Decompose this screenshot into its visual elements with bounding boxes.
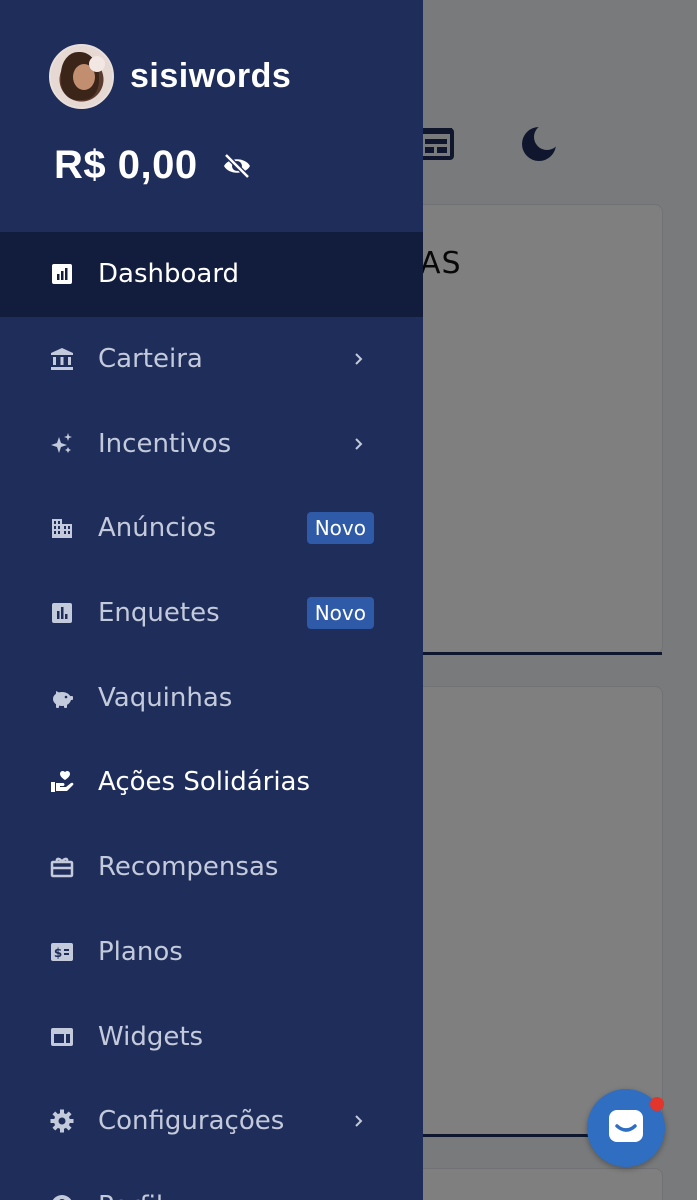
balance-display: R$ 0,00 (54, 143, 252, 188)
sidebar-item-carteira[interactable]: Carteira (0, 317, 423, 402)
gear-icon (50, 1109, 74, 1133)
sidebar-item-incentivos[interactable]: Incentivos (0, 401, 423, 486)
sidebar-item-anuncios[interactable]: Anúncios Novo (0, 486, 423, 571)
new-badge: Novo (306, 597, 374, 630)
username: sisiwords (130, 57, 292, 95)
gift-icon (50, 855, 74, 879)
bank-icon (50, 347, 74, 371)
sidebar-item-label: Perfil (98, 1191, 163, 1200)
sidebar-item-label: Dashboard (98, 259, 240, 290)
chevron-right-icon (351, 436, 367, 452)
chart-icon (50, 262, 74, 286)
sidebar-item-label: Vaquinhas (98, 682, 233, 713)
sidebar-item-acoes-solidarias[interactable]: Ações Solidárias (0, 740, 423, 825)
chevron-right-icon (351, 1113, 367, 1129)
sidebar-item-perfil[interactable]: Perfil (0, 1164, 423, 1200)
sidebar-item-enquetes[interactable]: Enquetes Novo (0, 571, 423, 656)
balance-amount: R$ 0,00 (54, 143, 198, 187)
piggy-bank-icon (50, 686, 74, 710)
chevron-right-icon (351, 351, 367, 367)
profile-header[interactable]: sisiwords (49, 44, 291, 109)
sidebar-item-label: Anúncios (98, 513, 217, 544)
sidebar-item-label: Planos (98, 936, 183, 967)
sidebar-item-recompensas[interactable]: Recompensas (0, 825, 423, 910)
svg-text:$: $ (54, 946, 62, 960)
heart-hand-icon (50, 770, 74, 794)
navigation-drawer: sisiwords R$ 0,00 Dashboard Carteira Inc… (0, 0, 423, 1200)
building-icon (50, 516, 74, 540)
notification-dot (650, 1097, 664, 1111)
sparkles-icon (50, 432, 74, 456)
sidebar-item-planos[interactable]: $ Planos (0, 910, 423, 995)
sidebar-item-label: Widgets (98, 1021, 204, 1052)
avatar[interactable] (49, 44, 114, 109)
new-badge: Novo (306, 512, 374, 545)
eye-off-icon[interactable] (222, 151, 252, 181)
sidebar-item-label: Carteira (98, 344, 203, 375)
sidebar-item-vaquinhas[interactable]: Vaquinhas (0, 655, 423, 740)
sidebar-item-dashboard[interactable]: Dashboard (0, 232, 423, 317)
sidebar-item-label: Recompensas (98, 852, 279, 883)
sidebar-menu: Dashboard Carteira Incentivos Anúncios N… (0, 232, 423, 1200)
sidebar-item-label: Enquetes (98, 598, 220, 629)
chat-icon (607, 1108, 645, 1148)
sidebar-item-label: Configurações (98, 1106, 285, 1137)
money-icon: $ (50, 940, 74, 964)
sidebar-item-label: Incentivos (98, 428, 232, 459)
sidebar-item-widgets[interactable]: Widgets (0, 994, 423, 1079)
widget-icon (50, 1025, 74, 1049)
user-icon (50, 1194, 74, 1200)
sidebar-item-label: Ações Solidárias (98, 767, 311, 798)
poll-icon (50, 601, 74, 625)
sidebar-item-configuracoes[interactable]: Configurações (0, 1079, 423, 1164)
